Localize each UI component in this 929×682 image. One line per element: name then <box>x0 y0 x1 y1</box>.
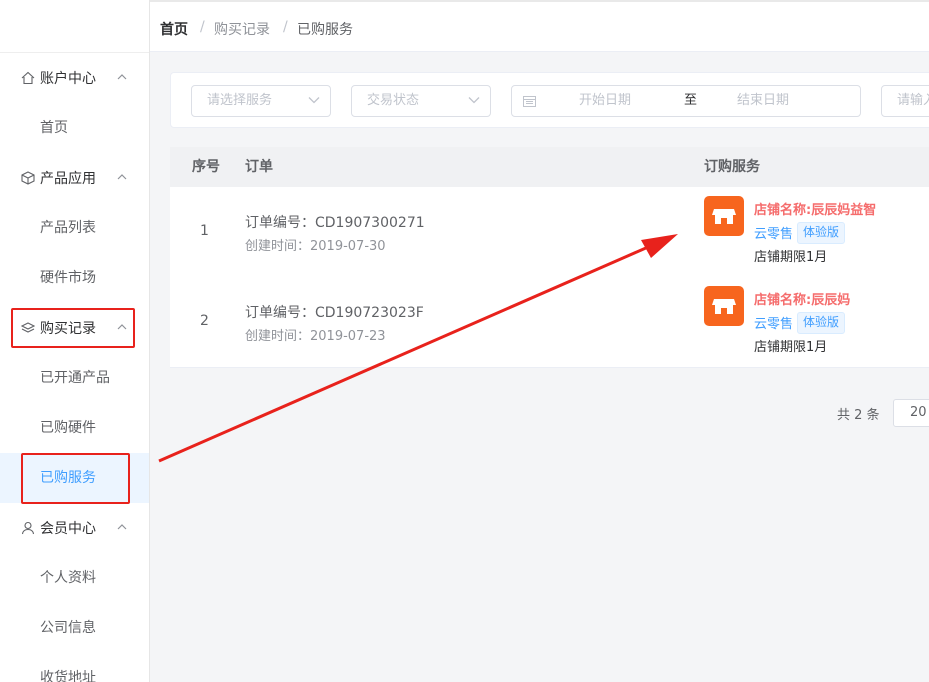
annotation-arrow <box>158 234 678 463</box>
